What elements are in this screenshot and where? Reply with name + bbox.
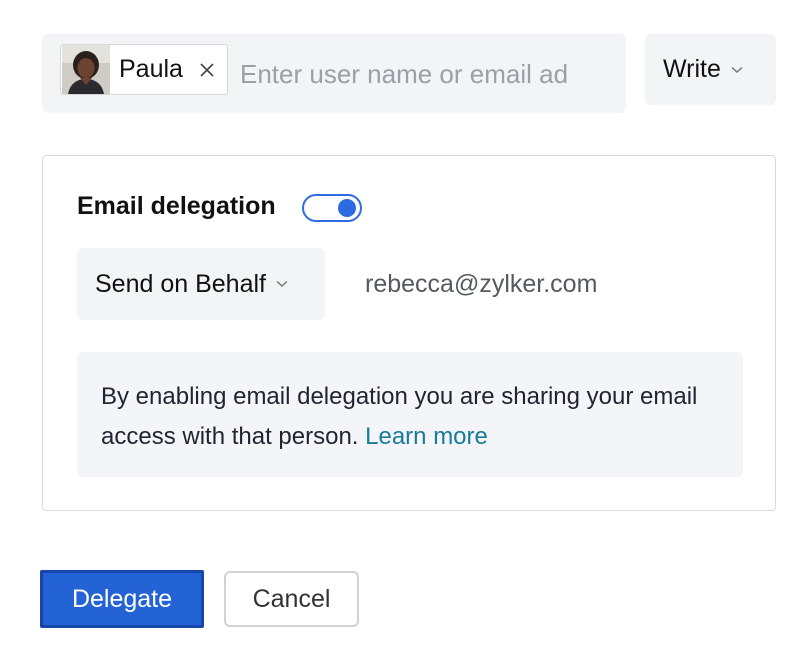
permission-dropdown-label: Write (663, 55, 721, 83)
permission-dropdown[interactable]: Write (645, 34, 776, 105)
recipient-field[interactable]: Paula (42, 34, 626, 113)
chevron-down-icon (731, 66, 743, 74)
chevron-down-icon (276, 280, 288, 288)
email-delegation-title: Email delegation (77, 192, 276, 220)
cancel-button[interactable]: Cancel (224, 571, 359, 627)
recipient-chip-label: Paula (119, 55, 183, 83)
send-mode-label: Send on Behalf (95, 269, 266, 298)
recipient-chip: Paula (60, 44, 228, 95)
toggle-knob (338, 199, 356, 217)
delegate-email: rebecca@zylker.com (365, 270, 598, 298)
email-delegation-toggle[interactable] (302, 194, 362, 222)
avatar (62, 45, 110, 94)
send-mode-dropdown[interactable]: Send on Behalf (77, 248, 325, 320)
delegate-button[interactable]: Delegate (40, 570, 204, 628)
recipient-search-input[interactable] (240, 52, 610, 96)
email-delegation-panel: Email delegation Send on Behalf rebecca@… (42, 155, 776, 511)
learn-more-link[interactable]: Learn more (365, 423, 488, 450)
delegation-info-box: By enabling email delegation you are sha… (77, 352, 743, 477)
close-icon[interactable] (197, 60, 217, 80)
